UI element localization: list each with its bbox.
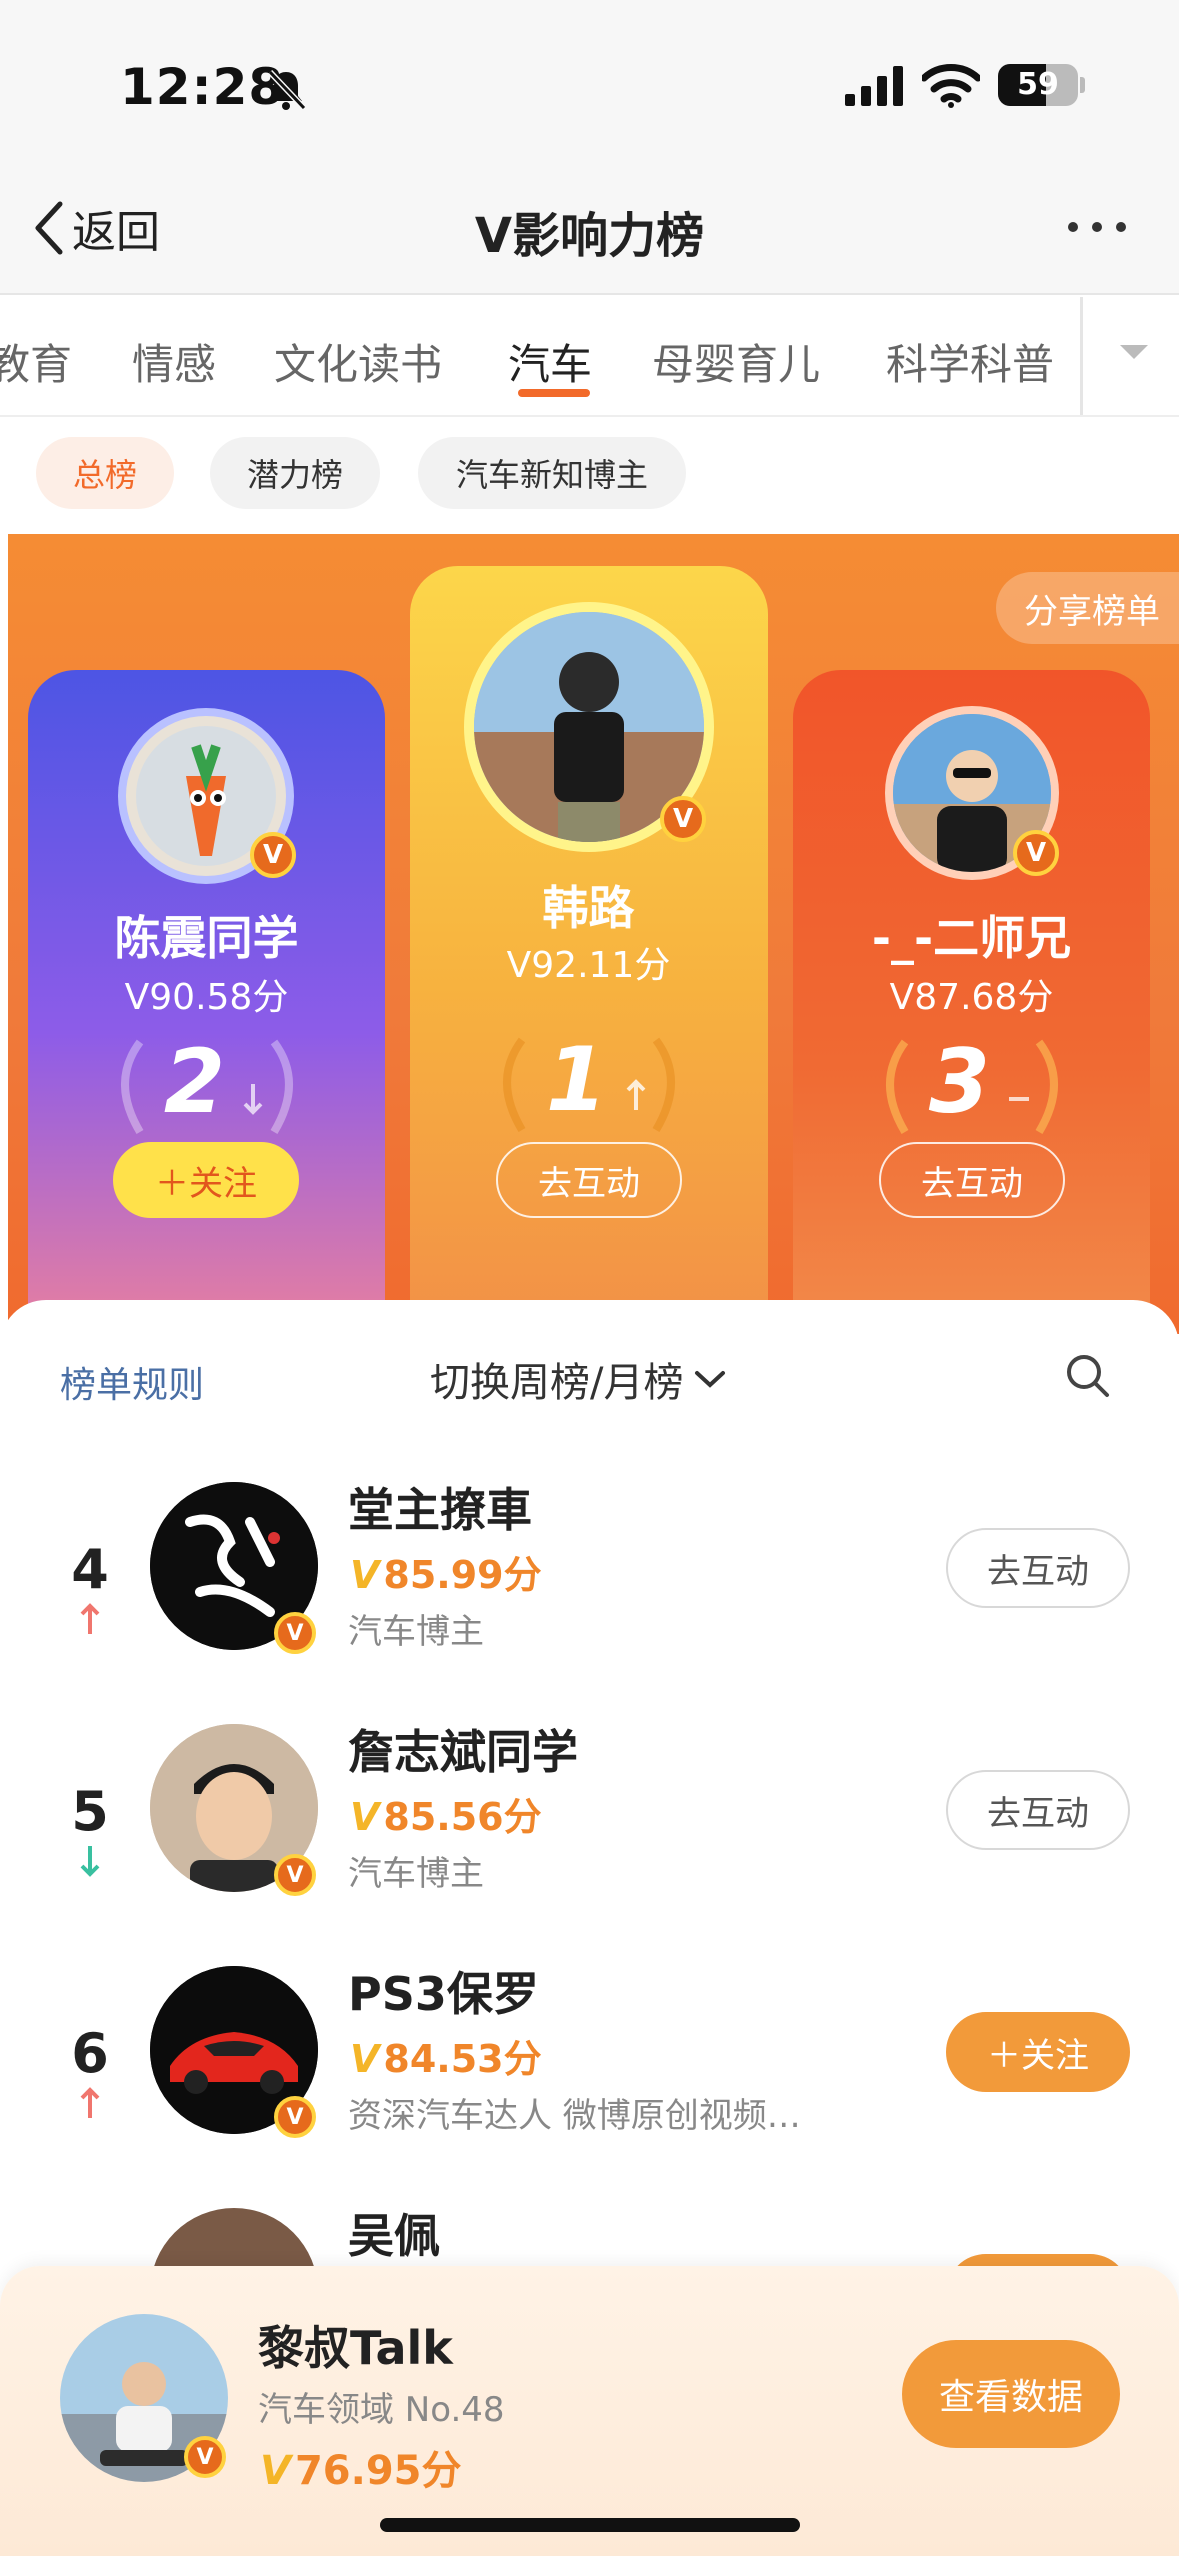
tab-culture-reading[interactable]: 文化读书	[274, 331, 442, 392]
podium-score: V87.68分	[889, 977, 1054, 1018]
search-icon[interactable]	[1064, 1352, 1110, 1398]
follow-button[interactable]: ＋关注	[113, 1142, 299, 1218]
ranking-rules-link[interactable]: 榜单规则	[60, 1356, 204, 1408]
page: 12:28 59 返回 V影响力榜 育 情感 文化读书 汽车 母婴育儿 科学科普…	[0, 0, 1179, 2556]
podium-score: V90.58分	[124, 977, 289, 1018]
status-bar: 12:28 59	[0, 0, 1179, 160]
user-score-value: 84.53分	[383, 2037, 542, 2081]
user-name: PS3保罗	[348, 1967, 539, 2021]
trend-up-icon	[80, 1603, 100, 1634]
podium-card-second[interactable]: V 陈震同学 V90.58分 2 ＋关注	[28, 670, 385, 1330]
tab-emotion[interactable]: 情感	[132, 331, 216, 392]
trend-down-icon	[80, 1846, 100, 1877]
switch-period-dropdown[interactable]: 切换周榜/月榜	[430, 1350, 727, 1408]
rank-number: 6	[71, 2022, 109, 2085]
verified-badge-icon: V	[1013, 830, 1059, 876]
verified-badge-icon: V	[274, 1854, 316, 1896]
podium-card-first[interactable]: V 韩路 V92.11分 1 去互动	[410, 566, 768, 1330]
verified-badge-icon: V	[660, 796, 706, 842]
subtab-overall[interactable]: 总榜	[36, 437, 174, 509]
my-name: 黎叔Talk	[258, 2321, 453, 2375]
trend-down-icon	[243, 1084, 263, 1115]
list-item[interactable]: 6 V PS3保罗 V 84.53分 资深汽车达人 微博原创视频… ＋关注	[0, 1928, 1179, 2168]
cellular-signal-icon	[845, 66, 903, 106]
user-name: 堂主撩車	[348, 1483, 532, 1537]
tab-science[interactable]: 科学科普	[886, 331, 1054, 392]
user-score-value: 85.99分	[383, 1553, 542, 1597]
user-score: V 85.56分	[350, 1795, 542, 1839]
my-score-value: 76.95分	[294, 2448, 462, 2494]
list-item[interactable]: 4 V 堂主撩車 V 85.99分 汽车博主 去互动	[0, 1444, 1179, 1684]
verified-badge-icon: V	[250, 832, 296, 878]
podium-rank: 2	[163, 1030, 226, 1133]
list-item[interactable]: 5 V 詹志斌同学 V 85.56分 汽车博主 去互动	[0, 1686, 1179, 1926]
view-data-button[interactable]: 查看数据	[902, 2340, 1120, 2448]
user-description: 资深汽车达人 微博原创视频…	[348, 2096, 801, 2136]
user-score: V 85.99分	[350, 1553, 542, 1597]
my-rank-text: 汽车领域 No.48	[258, 2390, 505, 2430]
trend-same-icon	[1009, 1097, 1029, 1101]
category-tabs: 教育 情感 文化读书 汽车 母婴育儿 科学科普	[0, 297, 1179, 417]
battery-icon: 59	[998, 64, 1078, 106]
podium-score: V92.11分	[506, 945, 671, 986]
interact-button[interactable]: 去互动	[946, 1528, 1130, 1608]
battery-level: 59	[1017, 67, 1059, 102]
switch-period-label: 切换周榜/月榜	[430, 1360, 684, 1406]
follow-button[interactable]: ＋关注	[946, 2012, 1130, 2092]
podium-rank: 3	[928, 1030, 991, 1133]
tab-parenting[interactable]: 母婴育儿	[652, 331, 820, 392]
user-name: 詹志斌同学	[348, 1725, 578, 1779]
my-score: V 76.95分	[260, 2448, 462, 2494]
rank-number: 5	[71, 1780, 109, 1843]
podium-name: 韩路	[542, 881, 635, 935]
interact-button[interactable]: 去互动	[879, 1142, 1065, 1218]
verified-badge-icon: V	[274, 1612, 316, 1654]
subtab-potential[interactable]: 潜力榜	[210, 437, 380, 509]
home-indicator	[380, 2518, 800, 2532]
tab-education[interactable]: 教育	[0, 331, 72, 392]
interact-button[interactable]: 去互动	[496, 1142, 682, 1218]
user-description: 汽车博主	[348, 1612, 484, 1652]
page-title: V影响力榜	[474, 208, 705, 264]
podium-rank: 1	[545, 1028, 608, 1131]
wifi-icon	[922, 64, 980, 108]
sub-tabs: 总榜 潜力榜 汽车新知博主	[0, 419, 1179, 534]
chevron-down-icon	[1120, 345, 1148, 359]
trend-up-icon	[80, 2087, 100, 2118]
podium-name: -_-二师兄	[871, 911, 1072, 965]
active-tab-indicator	[518, 389, 590, 397]
user-score: V 84.53分	[350, 2037, 542, 2081]
podium-name: 陈震同学	[114, 911, 299, 965]
verified-badge-icon: V	[184, 2436, 226, 2478]
user-description: 汽车博主	[348, 1854, 484, 1894]
nav-bar: 返回 V影响力榜	[0, 160, 1179, 295]
verified-badge-icon: V	[274, 2096, 316, 2138]
podium-card-third[interactable]: V -_-二师兄 V87.68分 3 去互动	[793, 670, 1150, 1330]
share-ranking-button[interactable]: 分享榜单	[996, 572, 1179, 644]
silent-bell-icon	[267, 69, 307, 111]
chevron-down-icon	[695, 1371, 726, 1388]
subtab-new-auto-blogger[interactable]: 汽车新知博主	[418, 437, 686, 509]
more-options-icon[interactable]	[1068, 222, 1126, 232]
battery-tip	[1080, 77, 1085, 93]
tab-auto[interactable]: 汽车	[508, 331, 592, 392]
clock: 12:28	[120, 58, 285, 116]
interact-button[interactable]: 去互动	[946, 1770, 1130, 1850]
rank-number: 4	[71, 1538, 109, 1601]
user-score-value: 85.56分	[383, 1795, 542, 1839]
user-name: 吴佩	[348, 2209, 440, 2263]
trend-up-icon	[626, 1079, 646, 1110]
